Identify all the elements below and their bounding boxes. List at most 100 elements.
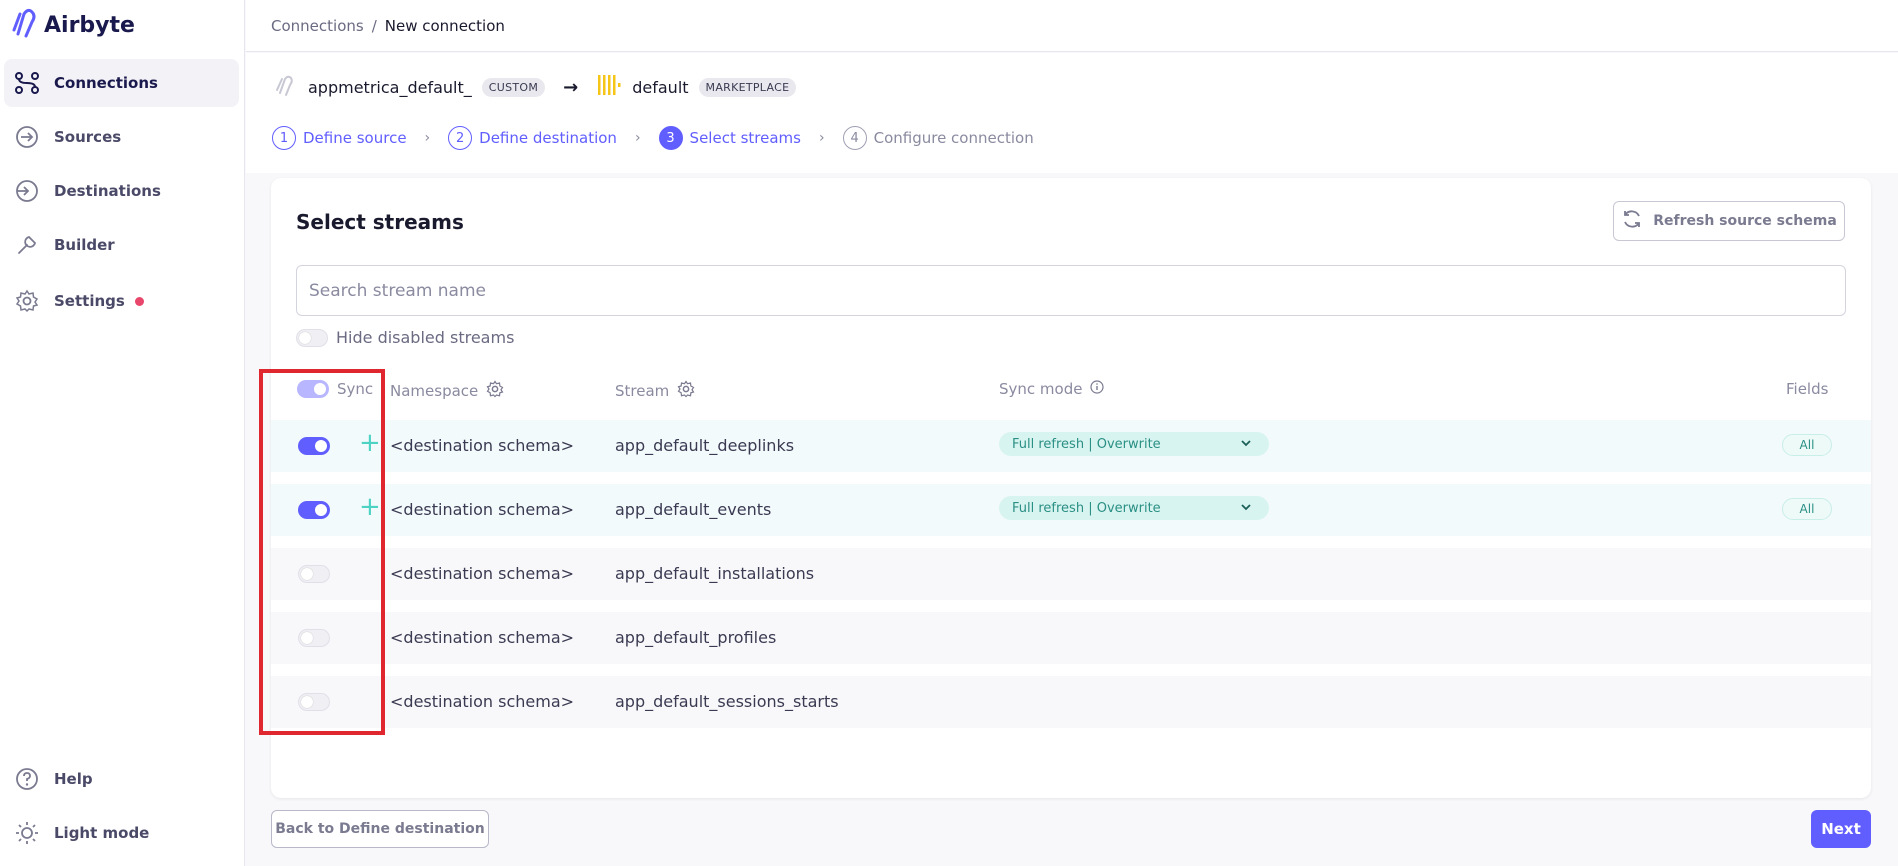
airbyte-logo[interactable]: Airbyte [10,8,135,42]
breadcrumb-connections-link[interactable]: Connections [271,17,364,35]
chevron-down-icon [1239,500,1253,518]
step-label: Configure connection [873,129,1034,147]
fields-header: Fields [1786,380,1828,398]
builder-icon [14,232,40,258]
namespace-header: Namespace [390,380,504,402]
refresh-button-label: Refresh source schema [1653,213,1837,229]
chevron-down-icon [1239,436,1253,454]
stream-name-cell: app_default_sessions_starts [615,692,839,711]
table-row[interactable]: + <destination schema> app_default_deepl… [271,420,1871,472]
destination-badge: MARKETPLACE [698,77,797,97]
sun-icon [14,820,40,846]
airbyte-logo-icon [10,8,38,42]
hide-disabled-toggle[interactable] [296,328,328,347]
hide-disabled-streams: Hide disabled streams [296,328,514,347]
sidebar-item-settings[interactable]: Settings [4,277,239,325]
sidebar-item-help[interactable]: Help [4,755,239,803]
table-row[interactable]: <destination schema> app_default_profile… [271,612,1871,664]
step-label: Define source [303,129,407,147]
sidebar-item-sources[interactable]: Sources [4,113,239,161]
sidebar-item-light-mode[interactable]: Light mode [4,809,239,857]
stream-name-cell: app_default_deeplinks [615,436,795,455]
namespace-settings-gear-icon[interactable] [486,380,504,402]
stream-name-cell: app_default_events [615,500,772,519]
namespace-header-label: Namespace [390,382,479,400]
search-stream-input[interactable] [296,265,1846,316]
sync-mode-dropdown[interactable]: Full refresh | Overwrite [999,496,1269,520]
sidebar-item-label: Builder [54,236,115,254]
sync-mode-header: Sync mode [999,380,1105,398]
sync-mode-header-label: Sync mode [999,380,1083,398]
streams-table-header: Sync Namespace Stream Sync mode Fields [271,368,1871,410]
destination-name: default [632,77,689,97]
stream-header-label: Stream [615,382,670,400]
step-label: Select streams [689,129,801,147]
connection-summary: appmetrica_default_ CUSTOM → default MAR… [274,73,797,101]
sidebar-item-label: Connections [54,74,158,92]
sidebar-item-label: Light mode [54,824,150,842]
chevron-right-icon: › [634,130,641,146]
sidebar-item-connections[interactable]: Connections [4,59,239,107]
source-badge: CUSTOM [481,77,546,97]
sidebar-item-destinations[interactable]: Destinations [4,167,239,215]
table-row[interactable]: <destination schema> app_default_install… [271,548,1871,600]
step-label: Define destination [479,129,617,147]
app-name: Airbyte [44,12,135,38]
gear-icon [14,288,40,314]
step-select-streams[interactable]: 3 Select streams [658,126,801,150]
breadcrumb-separator: / [371,16,377,35]
breadcrumb-current: New connection [384,16,505,35]
info-icon[interactable] [1090,380,1105,398]
step-define-source[interactable]: 1 Define source [272,126,407,150]
sidebar: Airbyte Connections Sources Destinations… [0,0,245,866]
next-button[interactable]: Next [1811,810,1871,848]
step-define-destination[interactable]: 2 Define destination [448,126,617,150]
table-row[interactable]: + <destination schema> app_default_event… [271,484,1871,536]
sources-icon [14,124,40,150]
hide-disabled-label: Hide disabled streams [336,328,515,347]
back-to-define-destination-button[interactable]: Back to Define destination [271,810,489,848]
source-connector-icon [274,73,298,101]
stream-header: Stream [615,380,695,402]
card-title: Select streams [296,210,464,234]
chevron-right-icon: › [424,130,431,146]
refresh-icon [1621,208,1643,234]
namespace-cell: <destination schema> [390,692,575,711]
namespace-cell: <destination schema> [390,500,575,519]
notification-dot [134,296,144,306]
sidebar-item-label: Sources [54,128,122,146]
stepper: 1 Define source › 2 Define destination ›… [272,126,1034,150]
destination-connector-icon [596,73,622,101]
sidebar-item-label: Settings [54,292,125,310]
chevron-right-icon: › [818,130,825,146]
sync-mode-value: Full refresh | Overwrite [1012,436,1161,452]
namespace-cell: <destination schema> [390,436,575,455]
sync-mode-value: Full refresh | Overwrite [1012,500,1161,516]
namespace-cell: <destination schema> [390,564,575,583]
sidebar-item-label: Help [54,770,93,788]
step-number: 4 [842,126,867,150]
stream-name-cell: app_default_installations [615,564,815,583]
connections-icon [14,70,40,96]
source-name: appmetrica_default_ [308,77,472,97]
sync-column-highlight [259,369,385,735]
step-configure-connection: 4 Configure connection [842,126,1034,150]
sidebar-item-builder[interactable]: Builder [4,221,239,269]
namespace-cell: <destination schema> [390,628,575,647]
destinations-icon [14,178,40,204]
select-streams-card: Select streams Refresh source schema Hid… [271,178,1871,798]
step-number: 2 [448,126,473,150]
help-icon [14,766,40,792]
sync-mode-dropdown[interactable]: Full refresh | Overwrite [999,432,1269,456]
step-number: 1 [272,126,296,150]
stream-settings-gear-icon[interactable] [677,380,695,402]
arrow-right-icon: → [563,76,579,98]
fields-all-pill[interactable]: All [1782,434,1832,456]
fields-all-pill[interactable]: All [1782,498,1832,520]
sidebar-item-label: Destinations [54,182,161,200]
table-row[interactable]: <destination schema> app_default_session… [271,676,1871,728]
refresh-source-schema-button[interactable]: Refresh source schema [1613,201,1845,241]
connection-header: appmetrica_default_ CUSTOM → default MAR… [246,53,1898,173]
breadcrumb: Connections / New connection [246,0,1898,52]
fields-header-label: Fields [1786,380,1829,398]
